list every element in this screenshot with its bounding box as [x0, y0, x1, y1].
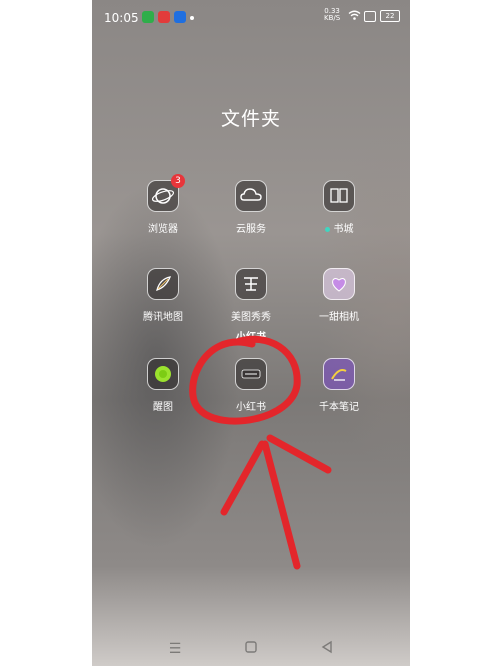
status-time: 10:05	[104, 11, 139, 25]
more-notifications-dot-icon	[190, 16, 194, 20]
app-book-city[interactable]: 书城	[299, 180, 379, 235]
network-speed: 0.33 KB/S	[324, 8, 340, 22]
app-xingtu[interactable]: 醒图	[123, 358, 203, 413]
arrow-right-stroke	[266, 434, 332, 474]
notification-app-icon	[174, 11, 186, 23]
new-install-dot-icon	[324, 226, 330, 232]
app-label: 醒图	[153, 402, 173, 413]
phone-screen: 10:05 0.33 KB/S 22 文件夹 3 浏览器 云服务 书城 腾讯地图…	[92, 0, 410, 666]
back-icon[interactable]	[318, 640, 336, 658]
sim-icon	[364, 11, 376, 22]
app-meitu[interactable]: 美图秀秀	[211, 268, 291, 323]
folder-title[interactable]: 文件夹	[92, 104, 410, 131]
app-label-text: 书城	[333, 224, 354, 235]
xiaohongshu-icon	[235, 358, 267, 390]
app-label: 云服务	[236, 224, 266, 235]
app-tencent-map[interactable]: 腾讯地图	[123, 268, 203, 323]
book-icon	[323, 180, 355, 212]
status-bar: 10:05 0.33 KB/S 22	[92, 0, 410, 36]
battery-icon: 22	[380, 10, 400, 22]
app-label: 书城	[299, 220, 379, 235]
notification-app-icon	[142, 11, 154, 23]
menu-icon[interactable]: ☰	[166, 640, 184, 658]
navigation-bar: ☰	[92, 632, 410, 666]
map-icon	[147, 268, 179, 300]
cloud-icon	[235, 180, 267, 212]
app-label: 千本笔记	[319, 402, 359, 413]
browser-icon: 3	[147, 174, 185, 212]
camera-icon	[323, 268, 355, 300]
app-browser[interactable]: 3 浏览器	[123, 174, 203, 235]
battery-level: 22	[385, 12, 395, 20]
xiaohongshu-overlay-caption: 小红书	[236, 332, 266, 343]
app-label: 浏览器	[148, 224, 178, 235]
app-label: 美图秀秀	[231, 312, 271, 323]
app-label: 小红书	[236, 402, 266, 413]
network-speed-unit: KB/S	[324, 14, 341, 22]
arrow-left-stroke	[220, 440, 266, 516]
app-cloud-service[interactable]: 云服务	[211, 180, 291, 235]
meitu-icon	[235, 268, 267, 300]
notification-app-icon	[158, 11, 170, 23]
notes-icon	[323, 358, 355, 390]
wifi-icon	[348, 10, 361, 20]
app-label: 腾讯地图	[143, 312, 183, 323]
xingtu-icon	[147, 358, 179, 390]
app-label: 一甜相机	[319, 312, 359, 323]
app-yitian-camera[interactable]: 一甜相机	[299, 268, 379, 323]
arrow-shaft	[261, 440, 301, 570]
app-qianben-notes[interactable]: 千本笔记	[299, 358, 379, 413]
notification-badge: 3	[171, 174, 185, 188]
app-xiaohongshu[interactable]: 小红书	[211, 358, 291, 413]
home-icon[interactable]	[242, 640, 260, 658]
